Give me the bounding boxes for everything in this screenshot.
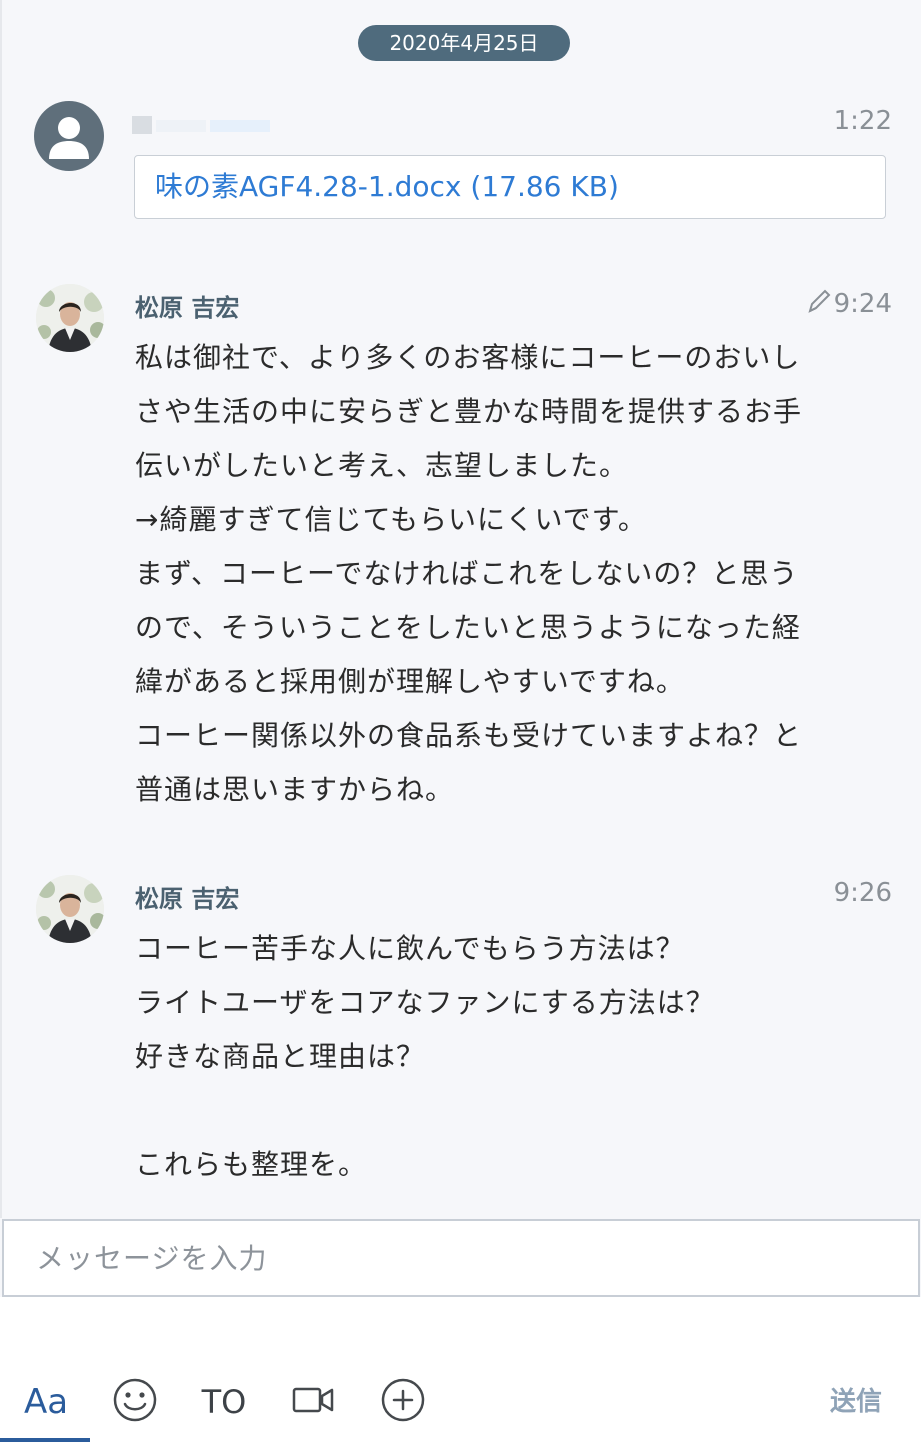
message-line: 伝いがしたいと考え、志望しました。 xyxy=(135,449,629,482)
message-line: まず、コーヒーでなければこれをしないの？と思う xyxy=(135,557,799,590)
redacted-sender-name xyxy=(132,114,272,134)
date-separator: 2020年4月25日 xyxy=(358,25,570,61)
chat-timeline[interactable]: 2020年4月25日 1:22 味の素AGF4.28-1.docx (17.86… xyxy=(0,0,921,1218)
composer-toolbar: Aa TO 送信 xyxy=(0,1362,921,1445)
smiley-icon xyxy=(112,1377,158,1427)
plus-circle-icon xyxy=(380,1377,426,1427)
message-line: コーヒー苦手な人に飲んでもらう方法は？ xyxy=(135,932,685,965)
message-line: 緯があると採用側が理解しやすいですね。 xyxy=(135,665,685,698)
message-time: 9:24 xyxy=(833,289,892,319)
file-attachment-link[interactable]: 味の素AGF4.28-1.docx (17.86 KB) xyxy=(134,155,886,219)
message-line: 好きな商品と理由は？ xyxy=(135,1040,426,1073)
pencil-icon xyxy=(806,287,832,322)
message-line: 普通は思いますからね。 xyxy=(135,773,455,806)
message-line: →綺麗すぎて信じてもらいにくいです。 xyxy=(135,503,647,536)
message-line: さや生活の中に安らぎと豊かな時間を提供するお手 xyxy=(135,395,803,428)
message-line: ので、そういうことをしたいと思うようになった経 xyxy=(135,611,801,644)
message-body: 私は御社で、より多くのお客様にコーヒーのおいし さや生活の中に安らぎと豊かな時間… xyxy=(135,331,895,817)
send-button[interactable]: 送信 xyxy=(830,1362,882,1442)
to-mention-label: TO xyxy=(201,1383,247,1421)
to-mention-button[interactable]: TO xyxy=(196,1362,252,1442)
user-photo-avatar[interactable] xyxy=(36,875,104,943)
message-line: コーヒー関係以外の食品系も受けていますよね？と xyxy=(135,719,803,752)
message-input-box[interactable] xyxy=(2,1219,920,1297)
message-time-edited: 9:24 xyxy=(806,287,892,322)
emoji-button[interactable] xyxy=(110,1362,160,1442)
sender-name: 松原 吉宏 xyxy=(135,885,240,913)
message-input[interactable] xyxy=(4,1221,918,1295)
message-body: コーヒー苦手な人に飲んでもらう方法は？ ライトユーザをコアなファンにする方法は？… xyxy=(135,922,895,1192)
message-line: これらも整理を。 xyxy=(135,1148,368,1181)
default-user-avatar-icon[interactable] xyxy=(34,101,104,171)
user-photo-avatar[interactable] xyxy=(36,284,104,352)
message-line: ライトユーザをコアなファンにする方法は？ xyxy=(135,986,715,1019)
message-line-blank xyxy=(135,1084,895,1138)
video-camera-icon xyxy=(292,1384,336,1420)
video-call-button[interactable] xyxy=(290,1362,338,1442)
sender-name: 松原 吉宏 xyxy=(135,294,240,322)
message-time: 1:22 xyxy=(833,106,892,136)
active-tab-indicator xyxy=(0,1438,90,1442)
format-text-button[interactable]: Aa xyxy=(0,1362,92,1442)
message-line: 私は御社で、より多くのお客様にコーヒーのおいし xyxy=(135,341,801,374)
add-attachment-button[interactable] xyxy=(378,1362,428,1442)
format-text-label: Aa xyxy=(23,1382,69,1422)
message-time: 9:26 xyxy=(833,878,892,908)
